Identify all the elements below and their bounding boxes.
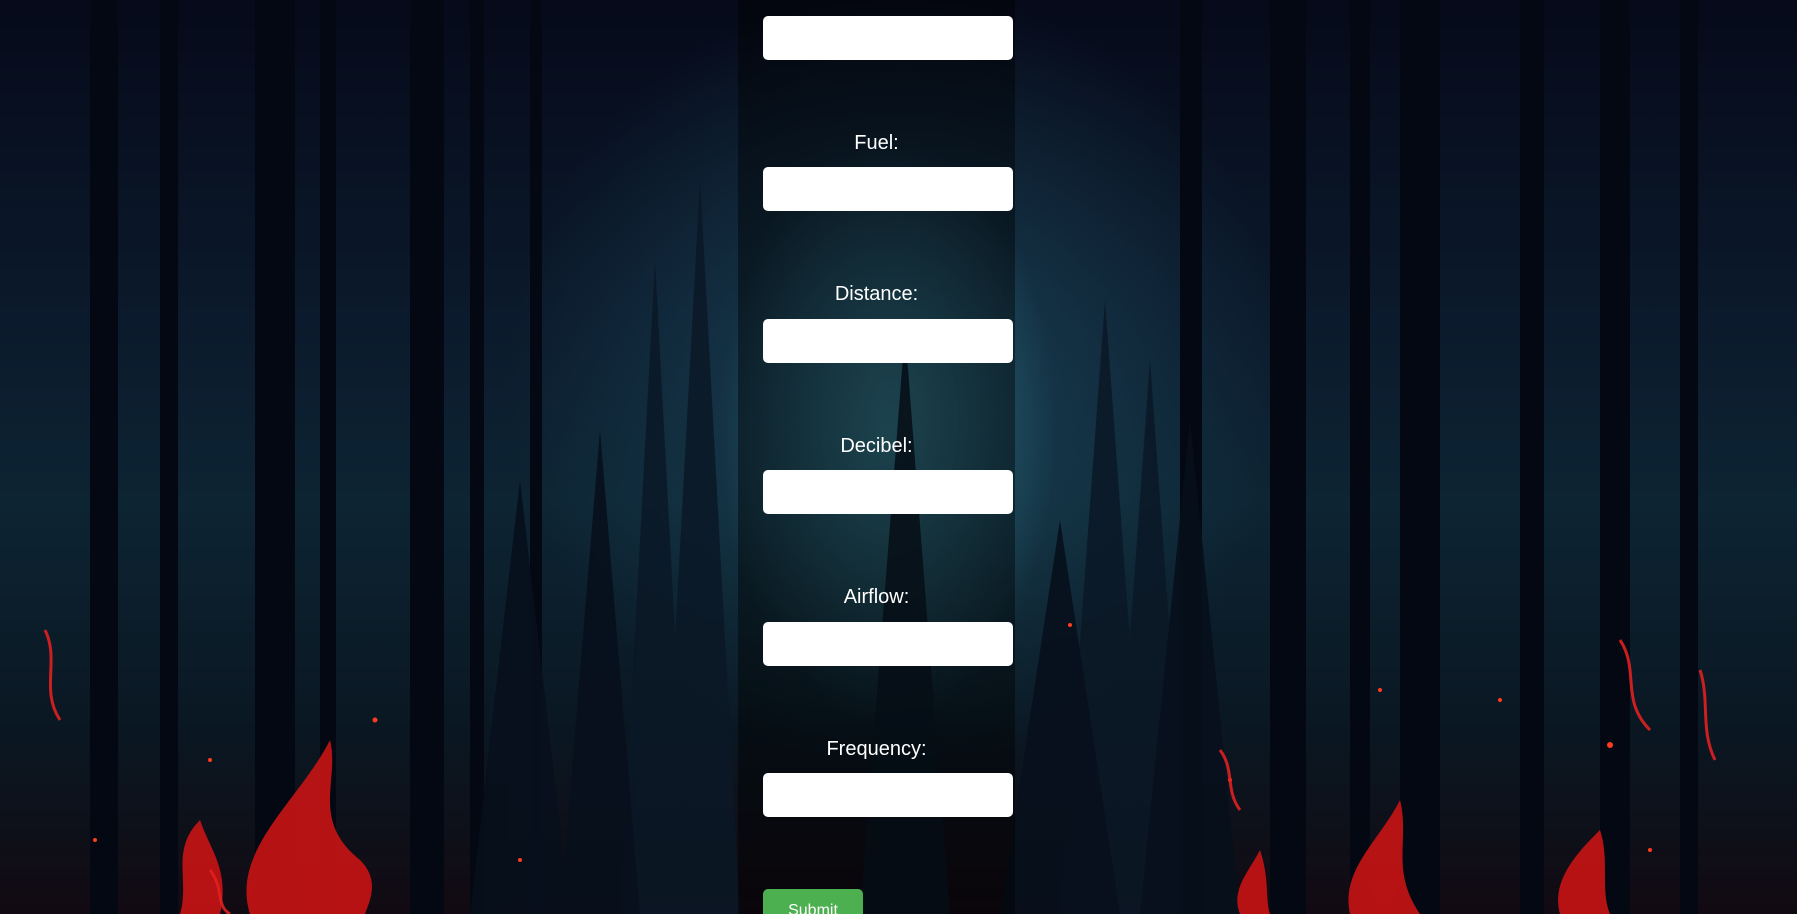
first-input[interactable] [763,16,1013,60]
airflow-label: Airflow: [843,586,910,608]
distance-label: Distance: [834,283,919,305]
decibel-input[interactable] [763,470,1013,514]
airflow-input[interactable] [763,622,1013,666]
submit-button[interactable]: Submit [763,889,863,914]
fuel-input[interactable] [763,167,1013,211]
distance-input[interactable] [763,319,1013,363]
frequency-input[interactable] [763,773,1013,817]
frequency-label: Frequency: [826,738,927,760]
decibel-label: Decibel: [840,435,913,457]
fuel-label: Fuel: [854,132,899,154]
form-panel: Fuel: Distance: Decibel: Airflow: Freque… [738,0,1015,914]
forest-fire-background: Fuel: Distance: Decibel: Airflow: Freque… [0,0,1797,914]
